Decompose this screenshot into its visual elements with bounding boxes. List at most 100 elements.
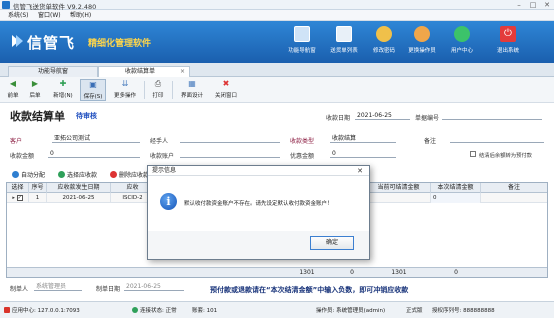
amount-field[interactable]: 0 — [48, 149, 140, 158]
menu-help[interactable]: 帮助(H) — [70, 11, 91, 20]
server-icon — [4, 307, 10, 313]
app-icon — [2, 1, 10, 9]
dialog-title: 提示信息 — [152, 167, 177, 174]
row-seq: 1 — [29, 193, 47, 203]
menu-bar: 系统(S) 窗口(W) 帮助(H) — [0, 10, 554, 21]
row-this-time-input[interactable]: 0 — [431, 193, 481, 203]
monitor-icon — [294, 26, 310, 42]
delivery-list-button[interactable]: 送货单列表 — [324, 24, 364, 62]
page-title: 收款结算单 — [10, 110, 65, 123]
account-label: 收款账户 — [150, 153, 175, 160]
row-date: 2021-06-25 — [47, 193, 111, 203]
next-bill-button[interactable]: ▶ 后单 — [26, 79, 44, 101]
add-icon: ✚ — [59, 79, 67, 88]
customer-label: 客户 — [10, 138, 23, 145]
make-date-field: 2021-06-25 — [124, 282, 184, 291]
amount-label: 收款金额 — [10, 153, 35, 160]
alert-dialog: 提示信息 ✕ i 默认收付款资金账户不存在。请先设定默认收付款资金账户！ 确定 — [147, 165, 370, 260]
note-field[interactable] — [450, 134, 544, 143]
minimize-button[interactable]: – — [512, 0, 526, 10]
maker-field: 系统管理员 — [34, 282, 82, 291]
table-footer: 1301 0 1301 0 — [7, 267, 547, 277]
user-switch-icon — [414, 26, 430, 42]
ok-button[interactable]: 确定 — [310, 236, 354, 250]
account-field[interactable] — [180, 149, 280, 158]
customer-field[interactable]: 亚拓公司测试 — [52, 134, 140, 143]
status-bar: 应用中心: 127.0.0.1:7093 连接状态: 正常 账套: 101 操作… — [0, 301, 554, 318]
dialog-message: 默认收付款资金账户不存在。请先设定默认收付款资金账户！ — [184, 201, 333, 207]
new-button[interactable]: ✚ 新增(N) — [50, 79, 76, 101]
change-password-button[interactable]: 修改密码 — [364, 24, 404, 62]
server-status: 应用中心: 127.0.0.1:7093 — [4, 306, 80, 314]
connection-status: 连接状态: 正常 — [132, 306, 177, 314]
close-window-button[interactable]: ✖ 关闭窗口 — [212, 79, 240, 101]
save-icon: ▣ — [89, 80, 97, 89]
save-button[interactable]: ▣ 保存(S) — [80, 79, 106, 101]
col-seq[interactable]: 序号 — [29, 183, 47, 193]
note-label: 备注 — [424, 138, 437, 145]
auto-assign-button[interactable]: 自动分配 — [12, 170, 45, 179]
handler-field[interactable] — [180, 134, 280, 143]
discount-field[interactable]: 0 — [330, 149, 396, 158]
connection-icon — [132, 307, 138, 313]
title-bar: 信管飞送货单软件 V9.2.480 – □ ✕ — [0, 0, 554, 11]
more-icon: ⇊ — [121, 79, 129, 88]
make-date-label: 制单日期 — [96, 286, 121, 293]
footer-total-c: 1301 — [391, 269, 407, 276]
menu-system[interactable]: 系统(S) — [8, 11, 29, 20]
col-note[interactable]: 备注 — [481, 183, 547, 193]
auto-assign-icon — [12, 171, 19, 178]
dialog-body: i 默认收付款资金账户不存在。请先设定默认收付款资金账户！ — [148, 176, 369, 231]
arrow-left-icon: ◀ — [9, 79, 17, 88]
handler-label: 经手人 — [150, 138, 169, 145]
logo-icon — [12, 35, 23, 47]
billno-field[interactable] — [442, 111, 542, 120]
date-field[interactable]: 2021-06-25 — [355, 111, 410, 120]
operator-status: 操作员: 系统管理员(admin) — [316, 308, 386, 314]
list-icon — [336, 26, 352, 42]
footer-total-d: 0 — [454, 269, 458, 276]
switch-operator-button[interactable]: 更换操作员 — [402, 24, 442, 62]
row-current — [367, 193, 431, 203]
nav-window-button[interactable]: 功能导航窗 — [282, 24, 322, 62]
row-selector[interactable]: ▸ ✓ — [7, 193, 29, 203]
more-actions-button[interactable]: ⇊ 更多操作 — [110, 79, 140, 101]
tab-close-icon[interactable]: × — [180, 67, 185, 77]
window-close-button[interactable]: ✕ — [540, 0, 554, 10]
maker-label: 制单人 — [10, 286, 29, 293]
row-checkbox[interactable]: ✓ — [16, 195, 23, 201]
row-note[interactable] — [481, 193, 547, 203]
col-this-time[interactable]: 本次结清金额 — [431, 183, 481, 193]
close-window-icon: ✖ — [222, 79, 230, 88]
col-current[interactable]: 当前可结清金额 — [367, 183, 431, 193]
user-center-button[interactable]: 用户中心 — [442, 24, 482, 62]
delete-receivable-button[interactable]: 删除应收款 — [110, 170, 149, 179]
footer-total-a: 1301 — [299, 269, 315, 276]
delete-receivable-icon — [110, 171, 117, 178]
ui-design-button[interactable]: ▦ 界面设计 — [178, 79, 206, 101]
type-field[interactable]: 收款结算 — [330, 134, 396, 143]
maximize-button[interactable]: □ — [526, 0, 540, 10]
brand-name: 信管飞 — [27, 34, 76, 52]
brand-tagline: 精细化管理软件 — [88, 39, 152, 49]
settle-prepay-label: 结清后余额转为预付款 — [479, 153, 532, 159]
settle-prepay-checkbox[interactable] — [470, 151, 476, 157]
exit-system-button[interactable]: ⏻ 退出系统 — [488, 24, 528, 62]
banner: 信管飞 精细化管理软件 功能导航窗 送货单列表 修改密码 更换操作员 用户中心 … — [0, 21, 554, 63]
arrow-right-icon: ▶ — [31, 79, 39, 88]
menu-window[interactable]: 窗口(W) — [38, 11, 61, 20]
print-icon: ⎙ — [154, 79, 162, 88]
col-date[interactable]: 应收款发生日期 — [47, 183, 111, 193]
col-select[interactable]: 选择 — [7, 183, 29, 193]
select-receivable-button[interactable]: 选择应收款 — [58, 170, 97, 179]
type-label: 收款类型 — [290, 138, 315, 145]
prev-bill-button[interactable]: ◀ 前单 — [4, 79, 22, 101]
hint-text: 预付款或退款请在“本次结清金额”中输入负数，即可冲销应收款 — [210, 286, 409, 294]
design-icon: ▦ — [188, 79, 196, 88]
info-icon: i — [160, 193, 177, 210]
print-button[interactable]: ⎙ 打印 — [148, 79, 168, 101]
dialog-close-button[interactable]: ✕ — [354, 166, 366, 176]
discount-label: 优惠金额 — [290, 153, 315, 160]
tab-function-nav[interactable]: 功能导航窗 — [8, 66, 98, 77]
toolbar-separator — [172, 81, 173, 99]
